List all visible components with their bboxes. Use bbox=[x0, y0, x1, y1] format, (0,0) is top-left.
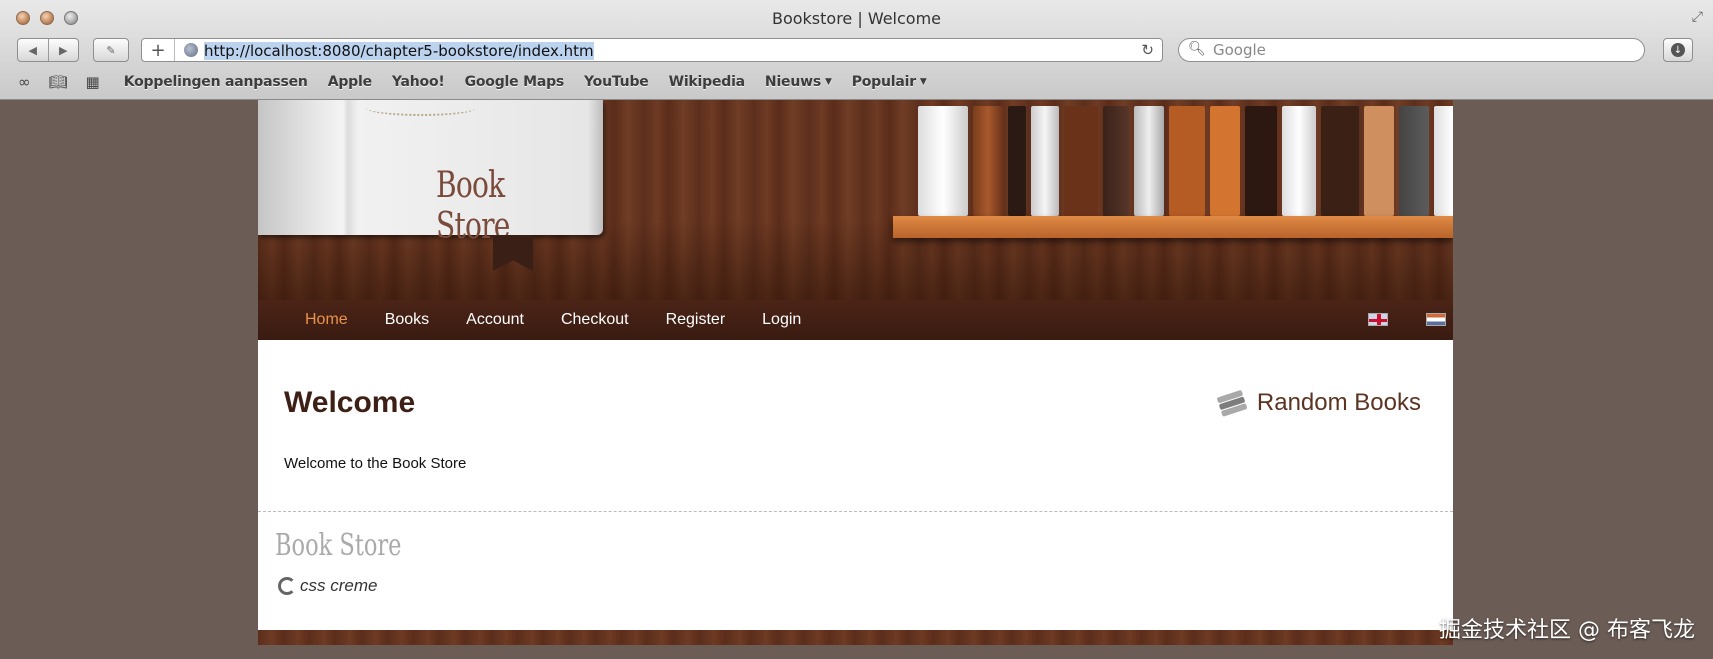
bookmark-yahoo[interactable]: Yahoo! bbox=[392, 74, 445, 90]
footer-logo: Book Store bbox=[275, 528, 402, 563]
chevron-down-icon: ▼ bbox=[824, 77, 832, 87]
book-spine bbox=[1169, 106, 1205, 216]
book-spine bbox=[973, 106, 1003, 216]
search-box[interactable]: 🔍︎ bbox=[1178, 38, 1645, 62]
add-bookmark-icon[interactable]: + bbox=[142, 39, 175, 61]
history-buttons: ◀ ▶ bbox=[17, 38, 79, 62]
main-content: Welcome Welcome to the Book Store Random… bbox=[258, 340, 1453, 511]
welcome-text: Welcome to the Book Store bbox=[284, 455, 467, 472]
uk-flag-icon[interactable] bbox=[1368, 313, 1388, 326]
compass-icon: ✎ bbox=[106, 43, 116, 57]
bookmark-links: Koppelingen aanpassen Apple Yahoo! Googl… bbox=[124, 74, 947, 90]
toolbar: ◀ ▶ ✎ + http://localhost:8080/chapter5-b… bbox=[0, 34, 1713, 66]
reload-icon[interactable]: ↻ bbox=[1141, 41, 1154, 59]
book-spine bbox=[918, 106, 968, 216]
fullscreen-icon[interactable]: ⤢ bbox=[1692, 9, 1703, 25]
top-sites-grid-icon[interactable]: ▦ bbox=[86, 73, 100, 91]
book-spine bbox=[1103, 106, 1129, 216]
download-icon: ↓ bbox=[1671, 43, 1685, 57]
css-creme-label: css creme bbox=[300, 576, 378, 595]
bookmarks-bar: ∞ 📖︎ ▦ Koppelingen aanpassen Apple Yahoo… bbox=[0, 70, 1713, 94]
nl-flag-icon[interactable] bbox=[1426, 313, 1446, 326]
chevron-down-icon: ▼ bbox=[919, 77, 927, 87]
nav-login[interactable]: Login bbox=[762, 311, 801, 329]
globe-icon bbox=[184, 43, 198, 57]
book-spine bbox=[1434, 106, 1453, 216]
page-title: Welcome bbox=[284, 386, 416, 419]
nav-books[interactable]: Books bbox=[385, 311, 429, 329]
forward-button[interactable]: ▶ bbox=[47, 39, 79, 61]
reader-button[interactable]: ✎ bbox=[93, 38, 129, 62]
bookmarks-book-icon[interactable]: 📖︎ bbox=[49, 73, 68, 91]
bookmark-apple[interactable]: Apple bbox=[328, 74, 372, 90]
url-input[interactable]: http://localhost:8080/chapter5-bookstore… bbox=[204, 42, 594, 60]
bookshelf-books bbox=[918, 100, 1453, 216]
site-logo: Book Store bbox=[436, 165, 510, 247]
random-books-heading: Random Books bbox=[1216, 389, 1421, 417]
bookmark-koppelingen[interactable]: Koppelingen aanpassen bbox=[124, 74, 308, 90]
book-spine bbox=[1245, 106, 1277, 216]
web-page: Book Store Home Books Account Checkout R… bbox=[258, 100, 1453, 645]
book-spine bbox=[1134, 106, 1164, 216]
downloads-button[interactable]: ↓ bbox=[1663, 38, 1693, 62]
book-cover-logo[interactable]: Book Store bbox=[258, 100, 603, 247]
nav-account[interactable]: Account bbox=[466, 311, 524, 329]
site-header: Book Store bbox=[258, 100, 1453, 300]
page-bottom-border bbox=[258, 630, 1453, 645]
css-creme-logo-icon bbox=[278, 577, 296, 595]
search-input[interactable] bbox=[1213, 40, 1633, 60]
bookshelf bbox=[893, 216, 1453, 238]
browser-chrome: Bookstore | Welcome ⤢ ◀ ▶ ✎ + http://loc… bbox=[0, 0, 1713, 100]
book-spine bbox=[1282, 106, 1316, 216]
ornament bbox=[366, 100, 476, 116]
book-spine bbox=[1364, 106, 1394, 216]
random-books-label: Random Books bbox=[1256, 389, 1421, 416]
reading-list-icon[interactable]: ∞ bbox=[18, 73, 31, 91]
book-spine bbox=[1008, 106, 1026, 216]
bookmark-ribbon bbox=[493, 235, 533, 271]
bookmark-youtube[interactable]: YouTube bbox=[584, 74, 649, 90]
watermark: 掘金技术社区 @ 布客飞龙 bbox=[1439, 618, 1695, 643]
nav-checkout[interactable]: Checkout bbox=[561, 311, 629, 329]
bookmark-populair-menu[interactable]: Populair ▼ bbox=[852, 74, 927, 90]
book-spine bbox=[1321, 106, 1359, 216]
title-bar: Bookstore | Welcome ⤢ bbox=[0, 0, 1713, 34]
nav-home[interactable]: Home bbox=[305, 311, 348, 329]
search-icon: 🔍︎ bbox=[1188, 41, 1206, 57]
main-nav: Home Books Account Checkout Register Log… bbox=[258, 300, 1453, 340]
book-spine bbox=[1031, 106, 1059, 216]
address-bar[interactable]: + http://localhost:8080/chapter5-booksto… bbox=[141, 38, 1163, 62]
books-icon bbox=[1216, 389, 1250, 417]
back-button[interactable]: ◀ bbox=[18, 39, 48, 61]
bookmark-google-maps[interactable]: Google Maps bbox=[465, 74, 565, 90]
book-spine bbox=[1210, 106, 1240, 216]
bookmark-wikipedia[interactable]: Wikipedia bbox=[669, 74, 746, 90]
nav-register[interactable]: Register bbox=[666, 311, 726, 329]
book-spine bbox=[1064, 106, 1098, 216]
bookmark-nieuws-menu[interactable]: Nieuws ▼ bbox=[765, 74, 832, 90]
book-spine bbox=[1399, 106, 1429, 216]
footer-divider bbox=[258, 511, 1453, 512]
css-creme-credit[interactable]: css creme bbox=[278, 576, 377, 596]
window-title: Bookstore | Welcome bbox=[771, 9, 942, 28]
